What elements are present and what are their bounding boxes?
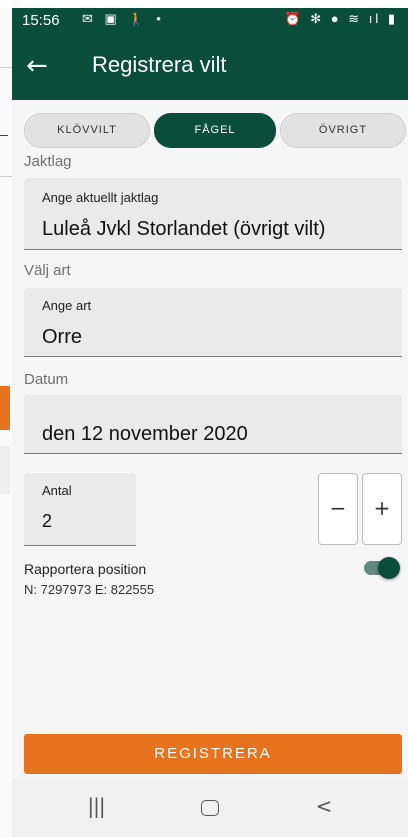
register-button[interactable]: REGISTRERA — [24, 734, 402, 774]
status-time: 15:56 — [22, 12, 60, 29]
datum-field[interactable]: den 12 november 2020 — [24, 395, 402, 454]
antal-field[interactable]: Antal 2 — [24, 473, 136, 546]
antal-field-value: 2 — [42, 511, 53, 531]
report-position-label: Rapportera position — [24, 561, 147, 577]
decrement-button[interactable]: − — [318, 473, 358, 545]
background-divider — [0, 176, 12, 177]
datum-section-label: Datum — [24, 371, 69, 388]
art-field-label: Ange art — [42, 298, 92, 313]
nav-back-icon[interactable]: < — [304, 791, 344, 821]
antal-field-label: Antal — [42, 483, 72, 498]
segment-fagel[interactable]: FÅGEL — [154, 113, 276, 148]
toggle-thumb[interactable] — [378, 557, 400, 579]
jaktlag-field-label: Ange aktuellt jaktlag — [42, 190, 159, 205]
jaktlag-section-label: Jaktlag — [24, 153, 72, 170]
category-selector: KLÖVVILT FÅGEL ÖVRIGT — [24, 113, 406, 148]
system-nav-bar: ||| < — [12, 777, 408, 837]
back-arrow-icon[interactable]: ← — [26, 50, 60, 84]
jaktlag-field[interactable]: Ange aktuellt jaktlag Luleå Jvkl Storlan… — [24, 178, 402, 250]
home-icon[interactable] — [190, 791, 230, 821]
jaktlag-field-value: Luleå Jvkl Storlandet (övrigt vilt) — [42, 218, 326, 240]
registrera-vilt-screen: 15:56 ✉ ▣ 🚶 • ⏰ ✻ ● ≋ ıl ▮ ← Registrera … — [12, 8, 408, 837]
status-bar: 15:56 ✉ ▣ 🚶 • ⏰ ✻ ● ≋ ıl ▮ — [12, 8, 408, 34]
background-gray-block — [0, 446, 10, 494]
system-status-icons: ⏰ ✻ ● ≋ ıl ▮ — [284, 11, 398, 26]
segment-ovrigt[interactable]: ÖVRIGT — [280, 113, 406, 148]
increment-button[interactable]: + — [362, 473, 402, 545]
segment-klovvilt[interactable]: KLÖVVILT — [24, 113, 150, 148]
art-section-label: Välj art — [24, 262, 71, 279]
background-dash — [0, 135, 8, 136]
datum-field-value: den 12 november 2020 — [42, 423, 248, 445]
page-title: Registrera vilt — [92, 52, 227, 77]
background-app-edge — [0, 0, 12, 8]
background-orange-block — [0, 386, 10, 430]
app-bar: ← Registrera vilt — [12, 34, 408, 100]
notification-icons: ✉ ▣ 🚶 • — [82, 11, 165, 26]
recent-apps-icon[interactable]: ||| — [76, 791, 116, 821]
art-field[interactable]: Ange art Orre — [24, 288, 402, 357]
art-field-value: Orre — [42, 326, 82, 348]
background-divider — [0, 67, 12, 68]
position-coordinates: N: 7297973 E: 822555 — [24, 582, 155, 597]
